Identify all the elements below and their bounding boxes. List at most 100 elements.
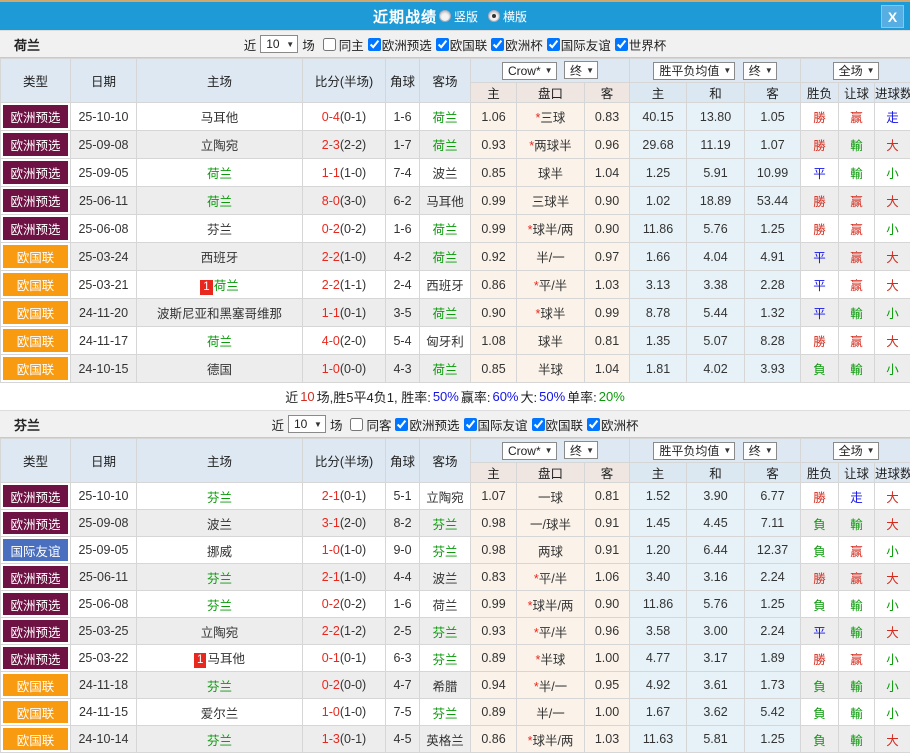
fulltime-score: 0-2 (322, 222, 340, 236)
handicap-name: 球半 (540, 307, 565, 321)
away-team-name: 西班牙 (426, 279, 464, 293)
result-winlose: 平 (801, 159, 839, 187)
close-icon[interactable]: X (881, 5, 904, 28)
home-odds: 0.89 (471, 699, 517, 726)
table-row: 欧洲预选 25-06-11 荷兰 8-0(3-0) 6-2 马耳他 0.99 三… (1, 187, 910, 215)
league-filter[interactable]: 欧洲预选 (364, 35, 432, 54)
home-team-name: 荷兰 (207, 167, 232, 181)
final-avg-dropdown[interactable]: 终▼ (743, 442, 777, 460)
league-label: 欧洲预选 (409, 415, 459, 434)
halftime-score: (0-1) (340, 306, 366, 320)
away-team: 英格兰 (420, 726, 471, 753)
league-checkbox[interactable] (464, 418, 477, 431)
final-avg-dropdown[interactable]: 终▼ (743, 62, 777, 80)
avg-group-header: 胜平负均值▼ 终▼ (630, 439, 801, 463)
league-type-badge: 欧国联 (3, 728, 68, 750)
league-checkbox[interactable] (615, 38, 628, 51)
fulltime-score: 3-1 (322, 516, 340, 530)
avg-draw: 3.61 (687, 672, 745, 699)
corner-score: 7-5 (386, 699, 420, 726)
halftime-score: (0-1) (340, 110, 366, 124)
score: 1-0(0-0) (303, 355, 386, 383)
layout-option-horizontal[interactable]: 横版 (488, 8, 527, 25)
league-checkbox[interactable] (532, 418, 545, 431)
corner-score: 4-7 (386, 672, 420, 699)
table-row: 欧洲预选 25-10-10 芬兰 2-1(0-1) 5-1 立陶宛 1.07 一… (1, 483, 910, 510)
league-checkbox[interactable] (368, 38, 381, 51)
sub-col-goals: 进球数 (875, 83, 910, 103)
table-row: 欧国联 24-11-18 芬兰 0-2(0-0) 4-7 希腊 0.94 *半/… (1, 672, 910, 699)
sub-col-letball: 让球 (839, 83, 875, 103)
league-filter[interactable]: 欧洲预选 (391, 415, 459, 434)
fulltime-score: 1-0 (322, 362, 340, 376)
score: 0-2(0-0) (303, 672, 386, 699)
result-winlose: 負 (801, 510, 839, 537)
final-odds-dropdown[interactable]: 终▼ (564, 441, 598, 459)
away-team-name: 芬兰 (432, 626, 457, 640)
league-filter[interactable]: 国际友谊 (543, 35, 611, 54)
sub-col-away-odds: 客 (585, 463, 630, 483)
sub-col-winlose: 胜负 (801, 83, 839, 103)
games-label: 场 (302, 35, 315, 54)
home-team: 西班牙 (137, 243, 303, 271)
league-checkbox[interactable] (547, 38, 560, 51)
away-odds: 0.90 (585, 187, 630, 215)
league-filter[interactable]: 欧洲杯 (487, 35, 543, 54)
league-filter[interactable]: 欧国联 (528, 415, 584, 434)
score: 8-0(3-0) (303, 187, 386, 215)
radio-unselected-icon[interactable] (439, 10, 451, 22)
league-checkbox[interactable] (491, 38, 504, 51)
sub-col-avg-home: 主 (630, 83, 687, 103)
final-odds-dropdown[interactable]: 终▼ (564, 61, 598, 79)
home-team: 波斯尼亚和黑塞哥维那 (137, 299, 303, 327)
corner-score: 4-5 (386, 726, 420, 753)
avg-type-dropdown[interactable]: 胜平负均值▼ (653, 442, 735, 460)
fulltime-score: 2-2 (322, 278, 340, 292)
avg-draw: 4.04 (687, 243, 745, 271)
league-checkbox[interactable] (587, 418, 600, 431)
odds-source-dropdown[interactable]: Crow*▼ (502, 62, 557, 80)
result-goals: 大 (875, 327, 910, 355)
same-home-checkbox[interactable] (323, 38, 336, 51)
result-winlose: 負 (801, 672, 839, 699)
scope-dropdown[interactable]: 全场▼ (833, 62, 879, 80)
away-team: 荷兰 (420, 299, 471, 327)
home-team-name: 立陶宛 (201, 139, 239, 153)
match-count-dropdown[interactable]: 10▼ (260, 35, 298, 53)
radio-selected-icon[interactable] (488, 10, 500, 22)
league-checkbox[interactable] (395, 418, 408, 431)
away-team-name: 荷兰 (432, 307, 457, 321)
scope-dropdown[interactable]: 全场▼ (833, 442, 879, 460)
avg-away-win: 1.32 (745, 299, 801, 327)
avg-type-dropdown[interactable]: 胜平负均值▼ (653, 62, 735, 80)
result-handicap: 赢 (839, 271, 875, 299)
result-group-header: 全场▼ (801, 59, 910, 83)
league-filter[interactable]: 世界杯 (611, 35, 667, 54)
layout-option-vertical[interactable]: 竖版 (439, 8, 478, 25)
avg-away-win: 53.44 (745, 187, 801, 215)
result-winlose: 平 (801, 243, 839, 271)
sub-col-away-odds: 客 (585, 83, 630, 103)
result-handicap: 輸 (839, 299, 875, 327)
league-filter[interactable]: 欧洲杯 (583, 415, 639, 434)
sub-col-avg-away: 客 (745, 83, 801, 103)
handicap-name: 两球 (538, 545, 563, 559)
col-home: 主场 (137, 59, 303, 103)
match-count-dropdown[interactable]: 10▼ (288, 415, 326, 433)
sub-col-home-odds: 主 (471, 463, 517, 483)
avg-home-win: 1.45 (630, 510, 687, 537)
odds-source-dropdown[interactable]: Crow*▼ (502, 442, 557, 460)
same-away-checkbox[interactable] (350, 418, 363, 431)
handicap: 球半 (517, 159, 585, 187)
league-filter[interactable]: 欧国联 (432, 35, 488, 54)
away-team-name: 芬兰 (432, 653, 457, 667)
home-team-name: 挪威 (207, 545, 232, 559)
summary-segment: 场,胜5平4负1, 胜率: (317, 387, 431, 406)
avg-away-win: 1.25 (745, 726, 801, 753)
home-team-name: 荷兰 (214, 279, 239, 293)
handicap-name: 一球 (538, 491, 563, 505)
league-checkbox[interactable] (436, 38, 449, 51)
league-type-badge: 欧洲预选 (3, 512, 68, 534)
away-team-name: 芬兰 (432, 707, 457, 721)
league-filter[interactable]: 国际友谊 (460, 415, 528, 434)
